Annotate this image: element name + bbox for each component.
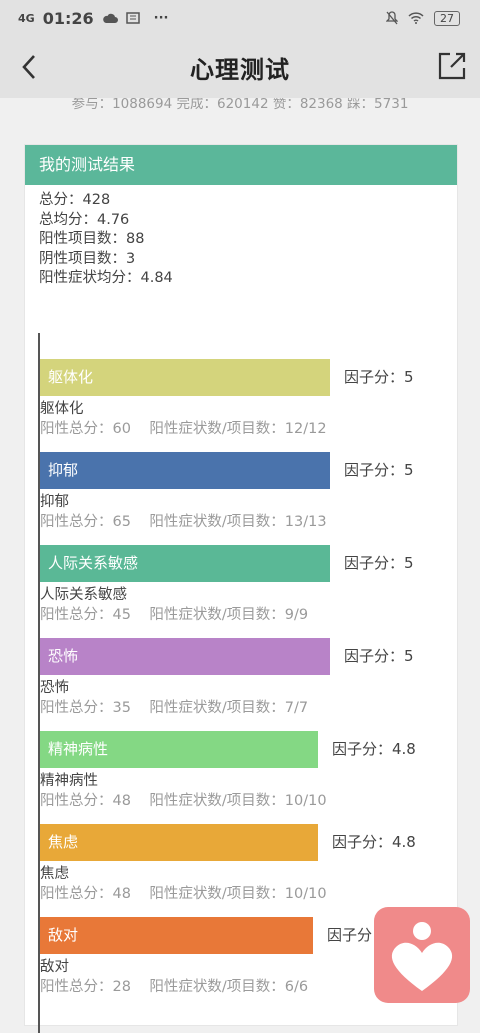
wifi-icon (408, 12, 424, 24)
factor-item: 抑郁 因子分：5 抑郁 阳性总分：65 阳性症状数/项目数：13/13 (40, 452, 460, 532)
factor-item: 焦虑 因子分：4.8 焦虑 阳性总分：48 阳性症状数/项目数：10/10 (40, 824, 460, 904)
back-arrow-icon[interactable] (16, 50, 46, 84)
factor-bar-label: 恐怖 (48, 647, 79, 665)
factor-bar-label: 躯体化 (48, 368, 94, 386)
battery-indicator: 27 (434, 10, 460, 26)
mute-icon (386, 11, 398, 25)
participation-stats: 参与：1088694 完成：620142 赞：82368 踩：5731 (71, 98, 409, 112)
factor-item: 恐怖 因子分：5 恐怖 阳性总分：35 阳性症状数/项目数：7/7 (40, 638, 460, 718)
factor-bar: 人际关系敏感 (40, 545, 330, 582)
factor-bar: 躯体化 (40, 359, 330, 396)
clock: 01:26 (42, 8, 94, 28)
factor-bar-label: 敌对 (48, 926, 79, 944)
positive-symptom-average: 阳性症状均分：4.84 (39, 270, 173, 286)
factor-bar: 恐怖 (40, 638, 330, 675)
factor-name: 焦虑 (40, 866, 69, 882)
factor-item: 精神病性 因子分：4.8 精神病性 阳性总分：48 阳性症状数/项目数：10/1… (40, 731, 460, 811)
factor-bar: 焦虑 (40, 824, 318, 861)
factor-bar: 抑郁 (40, 452, 330, 489)
factor-bar-label: 抑郁 (48, 461, 79, 479)
factor-score: 因子分：5 (344, 461, 414, 479)
status-right: 27 (386, 10, 460, 26)
factor-detail: 阳性总分：35 阳性症状数/项目数：7/7 (40, 700, 309, 716)
factor-bar-label: 精神病性 (48, 740, 109, 758)
negative-item-count: 阴性项目数：3 (39, 250, 136, 267)
result-card: 我的测试结果 总分：428 总均分：4.76 阳性项目数：88 阴性项目数：3 … (24, 144, 460, 1033)
factor-detail: 阳性总分：45 阳性症状数/项目数：9/9 (40, 607, 309, 623)
floating-action-button[interactable] (374, 907, 470, 1003)
factor-score: 因子分：5 (344, 554, 414, 572)
result-card-header: 我的测试结果 (25, 145, 457, 185)
factor-detail: 阳性总分：48 阳性症状数/项目数：10/10 (40, 793, 327, 809)
status-left: 4G 01:26 ··· (18, 9, 168, 28)
factor-item: 人际关系敏感 因子分：5 人际关系敏感 阳性总分：45 阳性症状数/项目数：9/… (40, 545, 460, 625)
factor-name: 精神病性 (40, 773, 98, 789)
cloud-icon (102, 13, 118, 23)
page-title: 心理测试 (190, 55, 290, 84)
factor-score: 因子分：4.8 (332, 833, 416, 851)
factor-name: 躯体化 (40, 401, 84, 417)
status-bar: 4G 01:26 ··· 27 (0, 0, 480, 36)
factor-score: 因子分：5 (344, 647, 414, 665)
factor-bar: 精神病性 (40, 731, 318, 768)
factor-name: 恐怖 (40, 680, 69, 696)
heart-person-icon (391, 922, 453, 991)
average-score: 总均分：4.76 (39, 211, 130, 228)
result-summary: 总分：428 总均分：4.76 阳性项目数：88 阴性项目数：3 阳性症状均分：… (25, 185, 457, 289)
navigation-bar: 心理测试 (0, 36, 480, 98)
factor-score: 因子分 (327, 926, 373, 944)
factor-score: 因子分：4.8 (332, 740, 416, 758)
factor-detail: 阳性总分：60 阳性症状数/项目数：12/12 (40, 421, 327, 437)
factor-score: 因子分：5 (344, 368, 414, 386)
more-notifications: ··· (153, 10, 169, 26)
total-score: 总分：428 (39, 192, 111, 208)
factor-detail: 阳性总分：48 阳性症状数/项目数：10/10 (40, 886, 327, 902)
factor-item: 躯体化 因子分：5 躯体化 阳性总分：60 阳性症状数/项目数：12/12 (40, 359, 460, 439)
share-icon[interactable] (436, 50, 468, 82)
factor-bar: 敌对 (40, 917, 313, 954)
factor-name: 抑郁 (40, 494, 69, 510)
signal-indicator: 4G (18, 11, 35, 25)
factor-bar-label: 焦虑 (48, 833, 79, 851)
positive-item-count: 阳性项目数：88 (39, 231, 145, 247)
factor-detail: 阳性总分：65 阳性症状数/项目数：13/13 (40, 514, 327, 530)
factor-name: 人际关系敏感 (40, 587, 127, 603)
factor-bar-label: 人际关系敏感 (48, 554, 139, 572)
id-card-icon (125, 12, 140, 24)
